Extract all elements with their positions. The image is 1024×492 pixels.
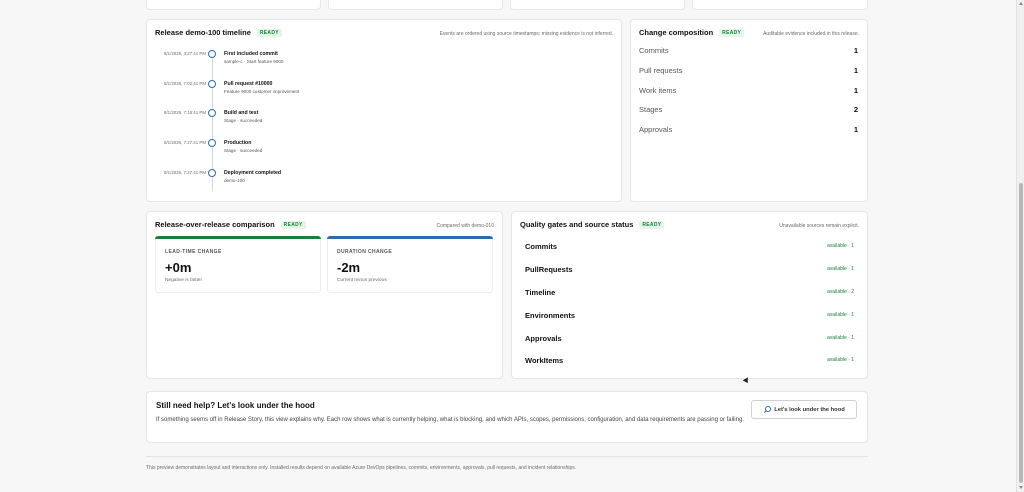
metric-accent-bar [327, 236, 493, 239]
composition-hint: Auditable evidence included in this rele… [763, 31, 859, 37]
composition-value: 1 [853, 65, 858, 75]
timeline-hint: Events are ordered using source timestam… [439, 31, 613, 37]
metric-note: Negative is faster [165, 278, 203, 283]
quality-row: Environments available · 1 [525, 309, 854, 321]
metric-label: LEAD-TIME CHANGE [165, 249, 222, 255]
page-scrollbar[interactable] [1016, 0, 1024, 492]
event-title: First included commit [224, 51, 278, 57]
composition-row: Stages 2 [639, 103, 858, 115]
composition-title: Change composition READY [639, 28, 745, 37]
quality-title-text: Quality gates and source status [520, 220, 634, 229]
source-name: Approvals [525, 333, 562, 343]
footer-text: This preview demonstrates layout and int… [146, 465, 577, 471]
event-time: 8/1/2026, 3:27:41 PM [164, 51, 206, 56]
lead-time-metric: LEAD-TIME CHANGE +0m Negative is faster [155, 236, 321, 293]
timeline-event[interactable]: 8/1/2026, 7:02:41 PM Pull request #10000… [150, 80, 450, 103]
quality-title: Quality gates and source status READY [520, 220, 665, 229]
quality-row: Approvals available · 1 [525, 332, 854, 344]
footer-divider [146, 456, 868, 457]
event-dot-icon [208, 50, 216, 58]
summary-card-1 [146, 0, 321, 10]
look-under-hood-label: Let's look under the hood [774, 406, 845, 413]
event-time: 8/1/2026, 7:27:41 PM [164, 140, 206, 145]
event-subtitle: sample-c · Start feature 9000 [224, 59, 284, 64]
event-time: 8/1/2026, 7:27:41 PM [164, 170, 206, 175]
timeline-event[interactable]: 8/1/2026, 7:27:41 PM Deployment complete… [150, 169, 450, 192]
composition-label: Pull requests [639, 65, 683, 75]
event-title: Pull request #10000 [224, 81, 273, 87]
quality-row: Timeline available · 2 [525, 286, 854, 298]
event-dot-icon [208, 80, 216, 88]
quality-row: Commits available · 1 [525, 240, 854, 252]
event-dot-icon [208, 169, 216, 177]
metric-label: DURATION CHANGE [337, 249, 393, 255]
source-status: available · 1 [827, 266, 854, 272]
event-time: 8/1/2026, 7:18:41 PM [164, 110, 206, 115]
composition-label: Approvals [639, 124, 673, 134]
look-under-hood-button[interactable]: Let's look under the hood [751, 400, 857, 419]
timeline-event[interactable]: 8/1/2026, 7:27:41 PM Production Stage · … [150, 139, 450, 162]
status-badge: READY [639, 220, 665, 229]
source-status: available · 1 [827, 243, 854, 249]
help-body: If something seems off in Release Story,… [156, 417, 744, 423]
composition-row: Approvals 1 [639, 123, 858, 135]
event-time: 8/1/2026, 7:02:41 PM [164, 81, 206, 86]
event-subtitle: Feature 9000 customer improvement [224, 89, 300, 94]
composition-value: 2 [853, 104, 858, 114]
event-title: Deployment completed [224, 170, 282, 176]
source-name: Environments [525, 310, 576, 320]
source-status: available · 1 [827, 312, 854, 318]
composition-label: Commits [639, 45, 669, 55]
scroll-thumb[interactable] [1019, 183, 1023, 483]
composition-label: Work items [639, 85, 677, 95]
metric-accent-bar [155, 236, 321, 239]
timeline-event[interactable]: 8/1/2026, 7:18:41 PM Build and test Stag… [150, 109, 450, 132]
summary-card-4 [692, 0, 868, 10]
source-name: Timeline [525, 287, 556, 297]
status-badge: READY [280, 220, 306, 229]
composition-value: 1 [853, 85, 858, 95]
summary-card-2 [328, 0, 503, 10]
composition-row: Commits 1 [639, 44, 858, 56]
source-status: available · 1 [827, 335, 854, 341]
help-title: Still need help? Let's look under the ho… [156, 401, 315, 410]
metric-value: +0m [165, 260, 192, 275]
timeline-event[interactable]: 8/1/2026, 3:27:41 PM First included comm… [150, 50, 450, 73]
comparison-title: Release-over-release comparison READY [155, 220, 306, 229]
comparison-title-text: Release-over-release comparison [155, 220, 275, 229]
quality-hint: Unavailable sources remain explicit. [779, 223, 859, 229]
scroll-down-icon[interactable] [1019, 486, 1023, 489]
timeline-title-text: Release demo-100 timeline [155, 28, 251, 37]
source-name: WorkItems [525, 355, 564, 365]
comparison-hint: Compared with demo-010 [436, 223, 494, 229]
source-status: available · 2 [827, 289, 854, 295]
composition-value: 1 [853, 45, 858, 55]
summary-card-3 [510, 0, 685, 10]
duration-metric: DURATION CHANGE -2m Current minus previo… [327, 236, 493, 293]
composition-value: 1 [853, 124, 858, 134]
status-badge: READY [256, 28, 282, 37]
metric-value: -2m [337, 260, 361, 275]
event-title: Build and test [224, 110, 259, 116]
status-badge: READY [719, 28, 745, 37]
event-subtitle: demo-100 [224, 178, 245, 183]
composition-label: Stages [639, 104, 663, 114]
event-title: Production [224, 140, 252, 146]
metric-note: Current minus previous [337, 278, 387, 283]
source-name: PullRequests [525, 264, 573, 274]
source-status: available · 1 [827, 357, 854, 363]
scroll-up-icon[interactable] [1019, 2, 1023, 5]
quality-row: WorkItems available · 1 [525, 354, 854, 366]
search-icon [763, 406, 772, 413]
quality-row: PullRequests available · 1 [525, 263, 854, 275]
event-subtitle: Stage · succeeded [224, 118, 263, 123]
event-dot-icon [208, 139, 216, 147]
composition-row: Work items 1 [639, 84, 858, 96]
source-name: Commits [525, 241, 558, 251]
event-subtitle: Stage · succeeded [224, 148, 263, 153]
timeline-title: Release demo-100 timeline READY [155, 28, 282, 37]
composition-row: Pull requests 1 [639, 64, 858, 76]
event-dot-icon [208, 109, 216, 117]
composition-title-text: Change composition [639, 28, 714, 37]
